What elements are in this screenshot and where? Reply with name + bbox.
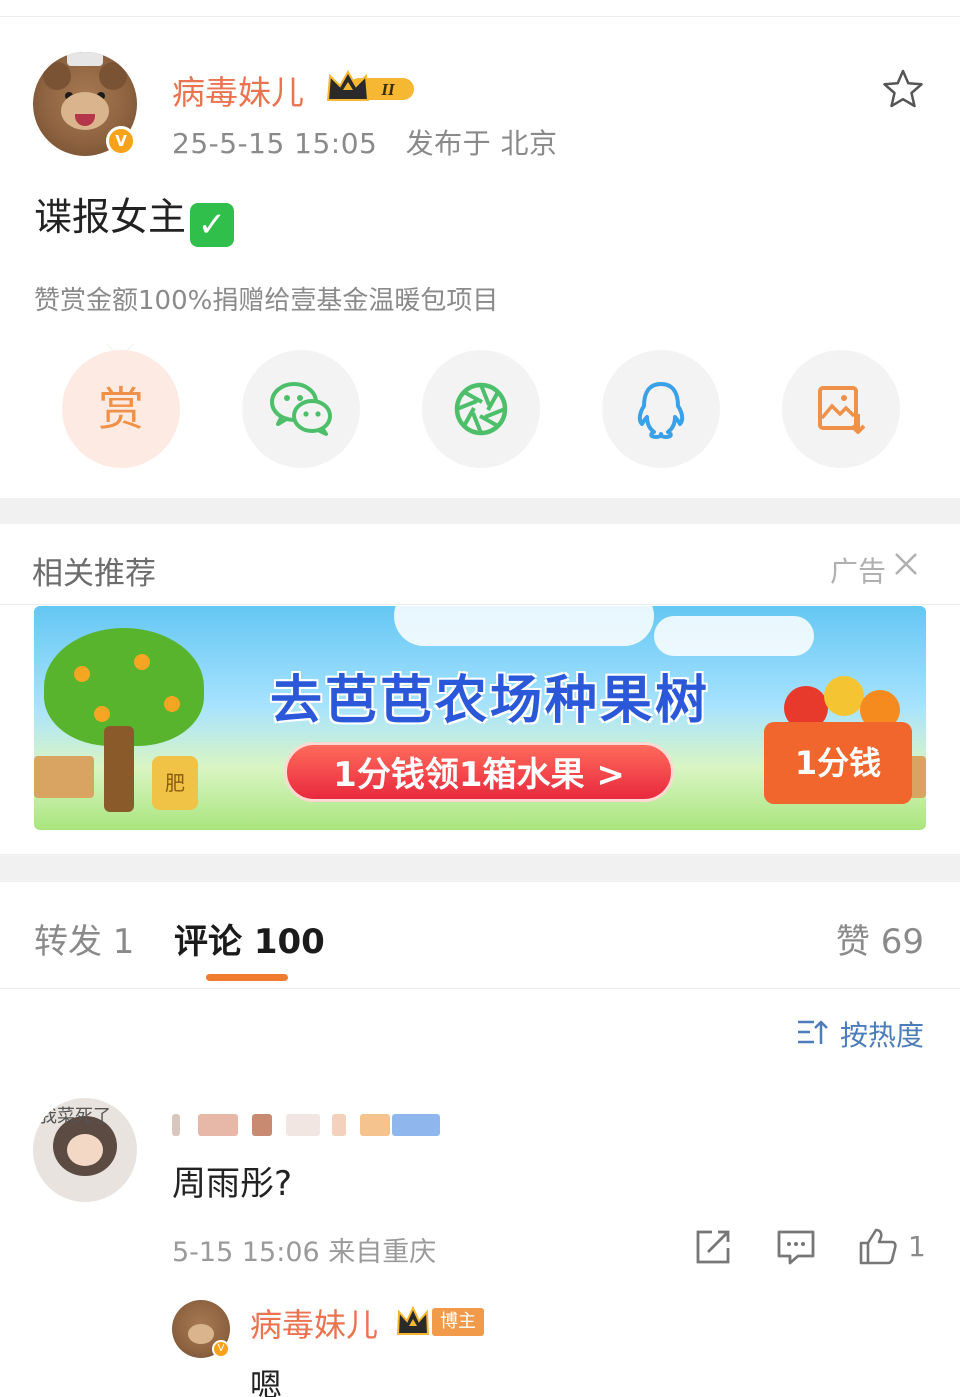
banner-cta-button[interactable]: 1分钱领1箱水果 > (284, 742, 674, 802)
verified-badge-icon: V (106, 126, 136, 156)
qq-share-button[interactable] (602, 350, 720, 468)
share-icon[interactable] (694, 1228, 732, 1266)
post-location: 发布于 北京 (405, 127, 558, 160)
reply-author-name[interactable]: 病毒妹儿 (250, 1300, 378, 1346)
commenter-avatar[interactable]: 我菜死了 (33, 1098, 137, 1202)
blogger-tag: 博主 (432, 1308, 484, 1336)
comment-icon[interactable] (776, 1228, 816, 1266)
moments-icon (454, 382, 508, 436)
recommend-title: 相关推荐 (32, 556, 156, 592)
reply-text: 嗯 (250, 1366, 283, 1397)
crown-icon (396, 1306, 430, 1335)
tree-trunk (104, 726, 134, 812)
moments-share-button[interactable] (422, 350, 540, 468)
star-icon[interactable] (882, 68, 924, 110)
author-name[interactable]: 病毒妹儿 (172, 66, 304, 114)
top-divider (0, 16, 960, 17)
ad-banner[interactable]: 肥 去芭芭农场种果树 1分钱领1箱水果 > 1分钱 (34, 606, 926, 830)
post-content-text: 谍报女主 (34, 195, 187, 239)
post-content: 谍报女主 ✓ (34, 186, 235, 247)
section-separator-2 (0, 854, 960, 882)
comment-like-count: 1 (908, 1230, 926, 1263)
post-timestamp: 25-5-15 15:05 (172, 127, 378, 160)
comment-text: 周雨彤? (172, 1164, 293, 1204)
wechat-icon (270, 382, 332, 436)
share-row: 赏 (62, 350, 902, 468)
ad-label: 广告 (830, 555, 887, 588)
save-image-icon (818, 386, 866, 434)
reward-button[interactable]: 赏 (62, 350, 180, 468)
like-icon[interactable] (858, 1226, 898, 1266)
banner-headline: 去芭芭农场种果树 (269, 671, 710, 731)
verified-badge-small-icon: V (212, 1340, 230, 1358)
close-icon[interactable] (893, 551, 919, 577)
fruit-box: 1分钱 (764, 722, 912, 804)
reward-note: 赞赏金额100%捐赠给壹基金温暖包项目 (34, 286, 499, 316)
check-mark-icon: ✓ (190, 203, 235, 247)
tab-like[interactable]: 赞 69 (836, 914, 924, 963)
tabs-divider (0, 988, 960, 989)
qq-icon (637, 382, 685, 439)
svg-text:II: II (380, 80, 396, 99)
avatar-text: 我菜死了 (39, 1106, 111, 1127)
tab-repost[interactable]: 转发 1 (34, 914, 134, 963)
comment-meta: 5-15 15:06 来自重庆 (172, 1237, 437, 1268)
blurred-commenter-name[interactable] (172, 1110, 442, 1138)
tab-comment[interactable]: 评论 100 (174, 914, 325, 963)
fertilizer-jar: 肥 (152, 756, 198, 810)
post-meta: 25-5-15 15:05 发布于 北京 (172, 122, 557, 162)
section-separator (0, 498, 960, 524)
wechat-share-button[interactable] (242, 350, 360, 468)
recommend-divider (0, 604, 960, 605)
save-image-button[interactable] (782, 350, 900, 468)
crown-level-icon: II (326, 70, 414, 101)
sort-by-hot[interactable]: 按热度 (840, 1014, 924, 1054)
reward-icon: 赏 (98, 382, 144, 436)
sort-icon[interactable] (796, 1018, 828, 1046)
active-tab-indicator (206, 974, 288, 981)
